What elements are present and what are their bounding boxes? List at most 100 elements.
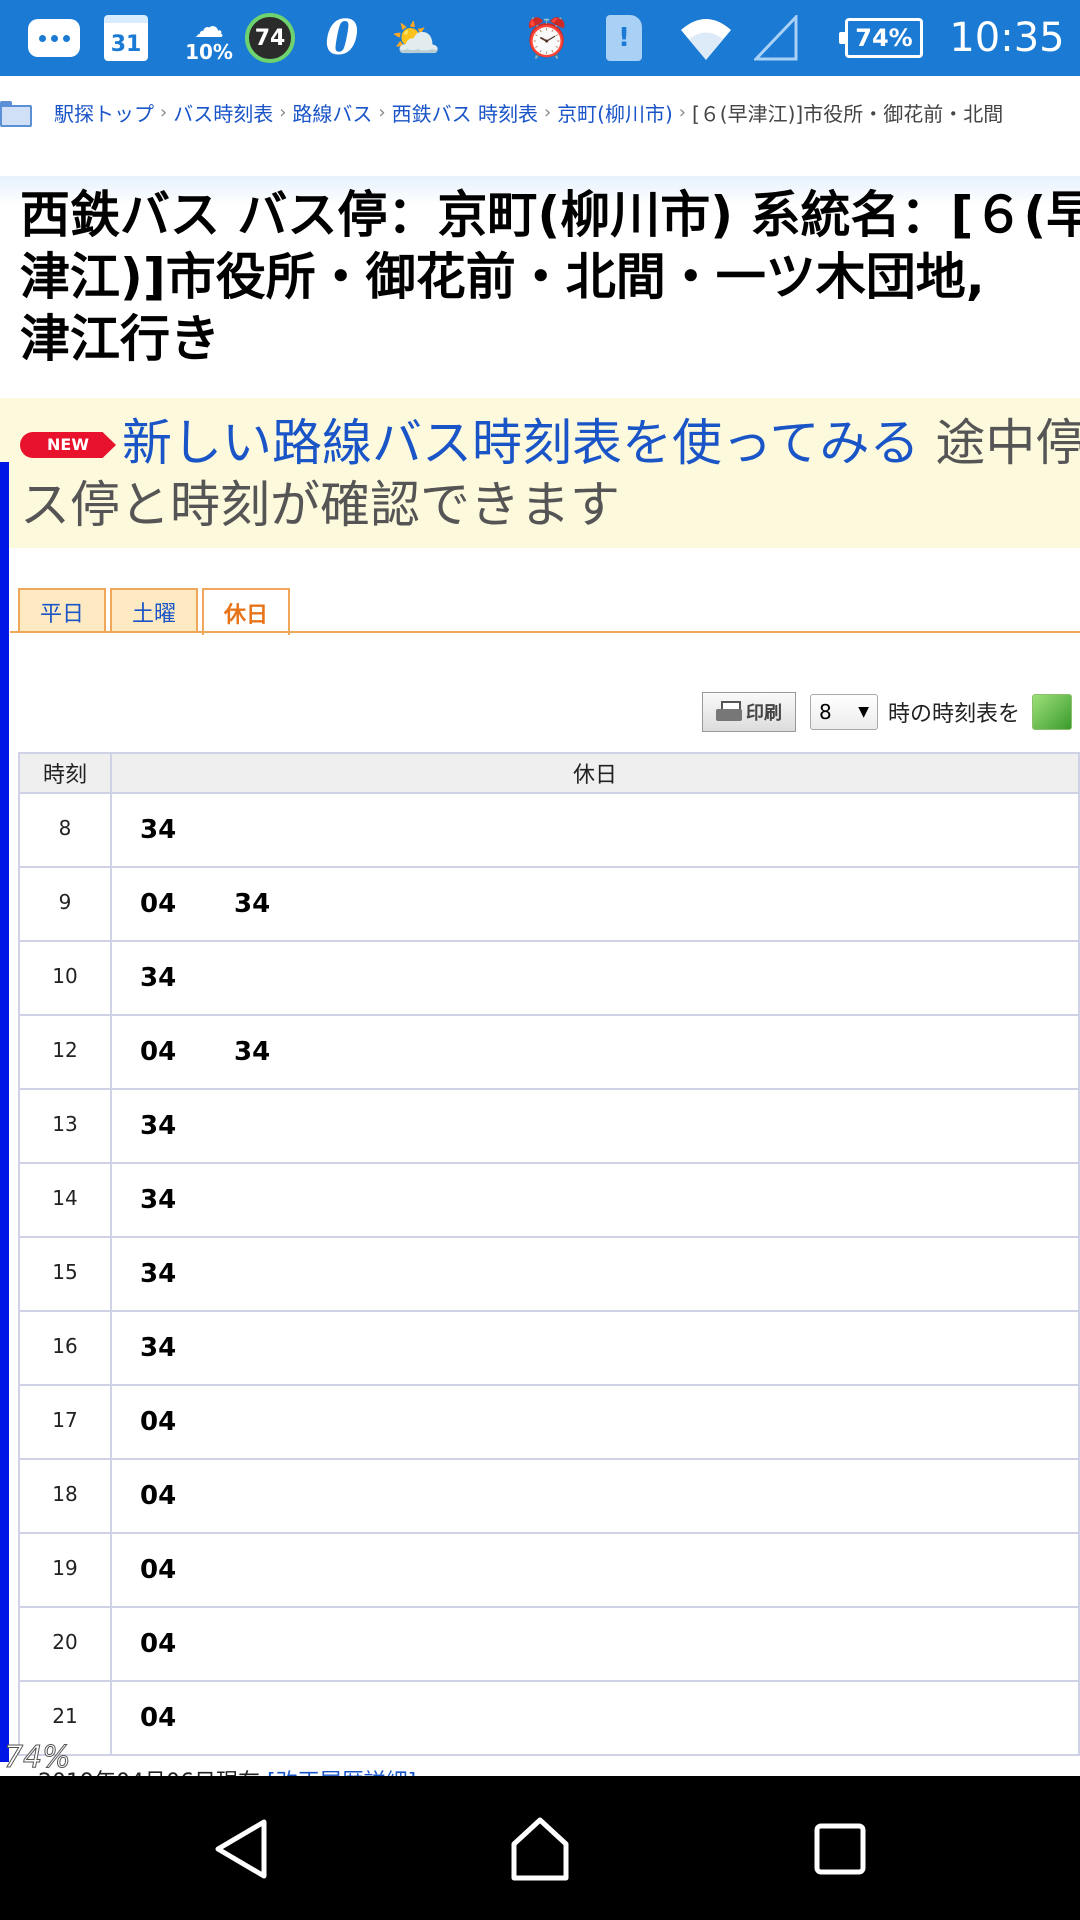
print-button[interactable]: 印刷: [702, 692, 796, 732]
departure-minute[interactable]: 34: [140, 1185, 234, 1215]
table-row: 13 34: [18, 1088, 1080, 1164]
timetable-controls: 印刷 8 ▼ 時の時刻表を: [702, 692, 1073, 732]
cloud-sun-icon: ☁: [194, 10, 224, 45]
table-row: 18 04: [18, 1458, 1080, 1534]
hour-select-value: 8: [819, 700, 832, 724]
partly-cloudy-icon: ⛅: [391, 15, 441, 62]
title-band: 西鉄バス バス停：京町(柳川市) 系統名：[６(早 津江)]市役所・御花前・北間…: [0, 176, 1080, 386]
chevron-right-icon: ›: [543, 101, 552, 123]
page-title: 西鉄バス バス停：京町(柳川市) 系統名：[６(早 津江)]市役所・御花前・北間…: [20, 186, 1080, 368]
departure-minute[interactable]: 04: [140, 889, 234, 919]
table-row: 20 04: [18, 1606, 1080, 1682]
table-row: 19 04: [18, 1532, 1080, 1608]
battery-circle-icon: 74: [244, 0, 296, 76]
zoom-overlay: 74%: [4, 1740, 72, 1776]
departure-minute[interactable]: 34: [140, 1259, 234, 1289]
printer-icon: [716, 701, 742, 723]
minutes-cell: 34: [110, 1310, 1080, 1386]
back-icon[interactable]: [202, 1812, 282, 1886]
tab-holiday[interactable]: 休日: [202, 588, 291, 635]
home-icon[interactable]: [500, 1812, 580, 1886]
hour-cell: 13: [18, 1088, 112, 1164]
header-hour: 時刻: [18, 752, 112, 794]
chevron-right-icon: ›: [279, 101, 287, 123]
chevron-right-icon: ›: [678, 101, 686, 123]
cell-signal-icon: [752, 0, 800, 76]
hour-cell: 16: [18, 1310, 112, 1386]
status-bar: 31 ☁ 10% 74 0 ⛅ ⏰ ! 74% 10:35: [0, 0, 1080, 76]
minutes-cell: 34: [110, 940, 1080, 1016]
departure-minute[interactable]: 34: [234, 889, 328, 919]
message-icon: [26, 0, 82, 76]
chevron-right-icon: ›: [378, 101, 386, 123]
table-row: 21 04: [18, 1680, 1080, 1756]
departure-minute[interactable]: 34: [140, 815, 234, 845]
sim-alert-icon: !: [604, 0, 644, 76]
hour-select-label: 時の時刻表を: [888, 702, 1021, 727]
departure-minute[interactable]: 04: [140, 1481, 234, 1511]
go-button-icon[interactable]: [1032, 694, 1073, 730]
table-row: 9 04 34: [18, 866, 1080, 942]
minutes-cell: 34: [110, 1162, 1080, 1238]
battery-icon: 74%: [839, 0, 924, 76]
minutes-cell: 04: [110, 1384, 1080, 1460]
tab-weekday[interactable]: 平日: [18, 588, 107, 633]
departure-minute[interactable]: 34: [140, 1333, 234, 1363]
calendar-day: 31: [104, 15, 148, 61]
departure-minute[interactable]: 04: [140, 1407, 234, 1437]
clock-time: 10:35: [949, 15, 1065, 61]
departure-minute[interactable]: 34: [234, 1037, 328, 1067]
minutes-cell: 04: [110, 1606, 1080, 1682]
recent-apps-icon[interactable]: [800, 1812, 880, 1886]
day-tabs: 平日 土曜 休日: [18, 588, 291, 635]
minutes-cell: 34: [110, 792, 1080, 868]
hour-cell: 10: [18, 940, 112, 1016]
hour-select[interactable]: 8 ▼: [810, 694, 878, 730]
breadcrumb-link-nishitetsu[interactable]: 西鉄バス 時刻表: [392, 98, 538, 127]
breadcrumb-link-top[interactable]: 駅探トップ: [54, 98, 154, 127]
breadcrumb-link-stop[interactable]: 京町(柳川市): [557, 98, 673, 127]
navigation-bar: [0, 1776, 1080, 1920]
hour-cell: 8: [18, 792, 112, 868]
wifi-icon: [676, 0, 736, 76]
timetable: 時刻 休日 8 34 9 04 34 10 34 12 04 34 13 34 14 34 15…: [18, 752, 1080, 1756]
minutes-cell: 04: [110, 1458, 1080, 1534]
tab-saturday[interactable]: 土曜: [110, 588, 199, 633]
header-day: 休日: [110, 752, 1080, 794]
hour-cell: 14: [18, 1162, 112, 1238]
hour-cell: 12: [18, 1014, 112, 1090]
breadcrumb-current: [６(早津江)]市役所・御花前・北間: [691, 101, 1004, 126]
minutes-cell: 04 34: [110, 1014, 1080, 1090]
table-row: 15 34: [18, 1236, 1080, 1312]
minutes-cell: 34: [110, 1236, 1080, 1312]
folder-icon: [0, 101, 32, 127]
table-row: 17 04: [18, 1384, 1080, 1460]
minutes-cell: 04: [110, 1680, 1080, 1756]
table-row: 8 34: [18, 792, 1080, 868]
departure-minute[interactable]: 04: [140, 1555, 234, 1585]
left-accent-bar: [0, 462, 9, 1762]
departure-minute[interactable]: 34: [140, 963, 234, 993]
hour-cell: 19: [18, 1532, 112, 1608]
rain-chance: 10%: [185, 40, 233, 64]
circle-badge-value: 74: [245, 13, 295, 63]
hour-cell: 15: [18, 1236, 112, 1312]
calendar-icon: 31: [102, 0, 150, 76]
app-o-icon: 0: [325, 10, 359, 66]
departure-minute[interactable]: 04: [140, 1037, 234, 1067]
departure-minute[interactable]: 04: [140, 1703, 234, 1733]
promo-content: NEW新しい路線バス時刻表を使ってみる 途中停車バス停と時刻が確認できます: [20, 412, 1080, 536]
promo-banner: NEW新しい路線バス時刻表を使ってみる 途中停車バス停と時刻が確認できます: [0, 398, 1080, 548]
tab-divider: [10, 631, 1080, 633]
new-badge: NEW: [20, 432, 116, 458]
departure-minute[interactable]: 34: [140, 1111, 234, 1141]
battery-level: 74%: [839, 18, 923, 58]
breadcrumb-link-bus-timetable[interactable]: バス時刻表: [173, 98, 273, 127]
new-timetable-link[interactable]: 新しい路線バス時刻表を使ってみる: [122, 414, 920, 472]
breadcrumb-link-route-bus[interactable]: 路線バス: [292, 98, 372, 127]
dropdown-arrow-icon: ▼: [858, 704, 869, 720]
chevron-right-icon: ›: [160, 101, 168, 123]
breadcrumb: 駅探トップ › バス時刻表 › 路線バス › 西鉄バス 時刻表 › 京町(柳川市…: [0, 94, 1080, 130]
timetable-header-row: 時刻 休日: [18, 752, 1080, 794]
departure-minute[interactable]: 04: [140, 1629, 234, 1659]
